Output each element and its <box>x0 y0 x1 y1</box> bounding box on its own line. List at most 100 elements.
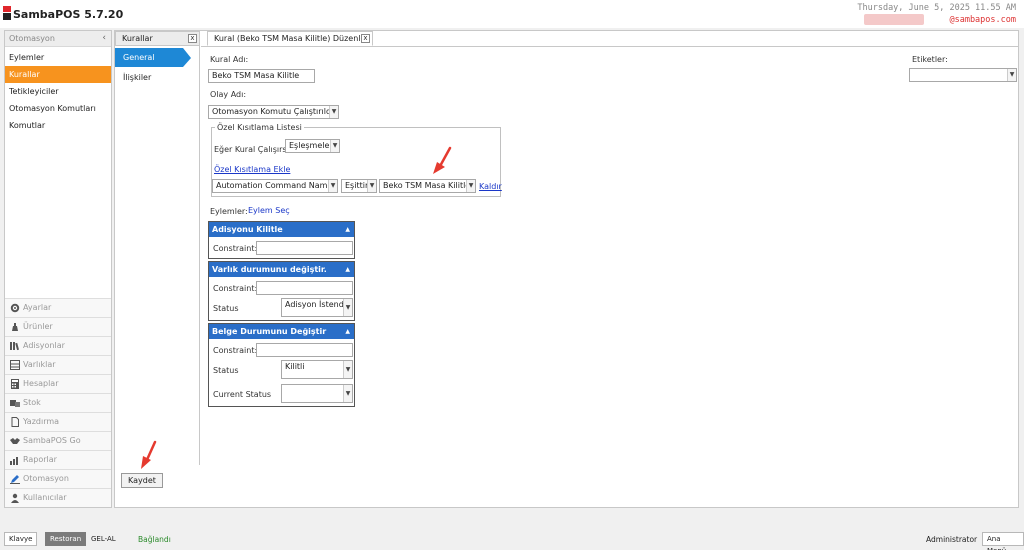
rule-name-input[interactable]: Beko TSM Masa Kilitle <box>208 69 315 83</box>
chevron-down-icon: ▼ <box>343 299 352 316</box>
sidebar-item-eylemler[interactable]: Eylemler <box>5 49 111 66</box>
action-title: Adisyonu Kilitle <box>212 225 283 234</box>
nav-label: Raporlar <box>23 455 57 464</box>
section-iliskiler[interactable]: İlişkiler <box>123 73 151 82</box>
rule-sections-column: Kurallar x General Settings İlişkiler <box>115 31 200 465</box>
constraint-label: Constraint: <box>213 244 258 253</box>
close-icon[interactable]: x <box>188 34 197 43</box>
custom-constraints-title: Özel Kısıtlama Listesi <box>215 123 304 132</box>
pencil-icon <box>10 475 20 484</box>
tags-select[interactable]: ▼ <box>909 68 1017 82</box>
status-select[interactable]: Adisyon İstendi ▼ <box>281 298 353 317</box>
constraint-value-select[interactable]: Beko TSM Masa Kilitle ▼ <box>379 179 476 193</box>
main-panel: Kurallar x General Settings İlişkiler Ku… <box>114 30 1019 508</box>
constraint-operator-select[interactable]: Eşittir ▼ <box>341 179 377 193</box>
event-name-label: Olay Adı: <box>210 90 247 99</box>
action-card: Varlık durumunu değiştir. ▲ Constraint: … <box>208 261 355 321</box>
gear-icon <box>10 303 20 313</box>
takeaway-button[interactable]: GEL-AL <box>86 532 121 546</box>
select-action-link[interactable]: Eylem Seç <box>248 206 290 215</box>
nav-stok[interactable]: Stok <box>5 393 111 412</box>
action-card-header[interactable]: Belge Durumunu Değiştir ▲ <box>209 324 354 339</box>
nav-urunler[interactable]: Ürünler <box>5 317 111 336</box>
nav-label: Yazdırma <box>23 417 60 426</box>
tags-label: Etiketler: <box>912 55 948 64</box>
nav-label: SambaPOS Go <box>23 436 81 445</box>
select-value: Kilitli <box>285 362 305 371</box>
nav-label: Kullanıcılar <box>23 493 67 502</box>
table-icon <box>10 360 20 370</box>
sidebar-item-komutlar[interactable]: Komutlar <box>5 117 111 134</box>
action-card-header[interactable]: Varlık durumunu değiştir. ▲ <box>209 262 354 277</box>
rule-name-label: Kural Adı: <box>210 55 249 64</box>
nav-yazdirma[interactable]: Yazdırma <box>5 412 111 431</box>
constraint-field-select[interactable]: Automation Command Name ▼ <box>212 179 338 193</box>
app-title: SambaPOS 5.7.20 <box>13 8 124 21</box>
nav-adisyonlar[interactable]: Adisyonlar <box>5 336 111 355</box>
close-icon[interactable]: x <box>361 34 370 43</box>
main-menu-button[interactable]: Ana Menü <box>982 532 1024 550</box>
nav-hesaplar[interactable]: Hesaplar <box>5 374 111 393</box>
status-label: Status <box>213 366 239 375</box>
nav-raporlar[interactable]: Raporlar <box>5 450 111 469</box>
tab-rule-editor[interactable]: Kural (Beko TSM Masa Kilitle) Düzenle x <box>207 31 373 46</box>
sambapos-logo-icon <box>3 6 11 20</box>
document-icon <box>11 417 19 427</box>
tab-strip-border <box>201 46 1018 47</box>
books-icon <box>10 342 20 351</box>
product-icon <box>12 323 18 331</box>
constraint-input[interactable] <box>256 281 353 295</box>
chevron-left-icon[interactable]: ‹ <box>102 33 106 43</box>
constraint-label: Constraint: <box>213 284 258 293</box>
logged-in-user: Administrator <box>926 535 978 544</box>
section-general-settings[interactable]: General Settings <box>115 48 183 81</box>
annotation-arrow-icon <box>433 146 452 174</box>
user-email: @sambapos.com <box>949 15 1016 25</box>
chevron-down-icon: ▼ <box>1007 69 1016 81</box>
nav-label: Ürünler <box>23 322 53 331</box>
collapse-icon[interactable]: ▲ <box>345 222 350 237</box>
chevron-down-icon: ▼ <box>330 140 339 152</box>
select-value: Eşittir <box>345 181 369 190</box>
current-status-select[interactable]: ▼ <box>281 384 353 403</box>
match-select[interactable]: Eşleşmeler ▼ <box>285 139 340 153</box>
nav-otomasyon[interactable]: Otomasyon <box>5 469 111 488</box>
add-constraint-link[interactable]: Özel Kısıtlama Ekle <box>214 165 290 174</box>
tab-kurallar[interactable]: Kurallar x <box>115 31 200 46</box>
nav-kullanicilar[interactable]: Kullanıcılar <box>5 488 111 507</box>
datetime-display: Thursday, June 5, 2025 11.55 AM <box>857 3 1016 13</box>
calculator-icon <box>11 379 19 389</box>
status-label: Status <box>213 304 239 313</box>
tab-label: Kural (Beko TSM Masa Kilitle) Düzenle <box>214 34 366 43</box>
keyboard-button[interactable]: Klavye <box>4 532 38 546</box>
chevron-down-icon: ▼ <box>343 361 352 378</box>
collapse-icon[interactable]: ▲ <box>345 324 350 339</box>
actions-label: Eylemler: <box>210 207 248 216</box>
user-name-redacted <box>864 14 924 25</box>
collapse-icon[interactable]: ▲ <box>345 262 350 277</box>
sidebar-item-otomasyon-komutlari[interactable]: Otomasyon Komutları <box>5 100 111 117</box>
nav-label: Hesaplar <box>23 379 59 388</box>
sidebar: Otomasyon ‹ Eylemler Kurallar Tetikleyic… <box>4 30 112 508</box>
nav-label: Ayarlar <box>23 303 52 312</box>
nav-ayarlar[interactable]: Ayarlar <box>5 298 111 317</box>
remove-constraint-link[interactable]: Kaldır <box>479 182 502 191</box>
nav-sambapos-go[interactable]: SambaPOS Go <box>5 431 111 450</box>
restaurant-button[interactable]: Restoran <box>45 532 87 546</box>
nav-label: Otomasyon <box>23 474 69 483</box>
select-value: Automation Command Name <box>216 181 333 190</box>
action-card-header[interactable]: Adisyonu Kilitle ▲ <box>209 222 354 237</box>
constraint-input[interactable] <box>256 241 353 255</box>
nav-label: Stok <box>23 398 41 407</box>
current-status-label: Current Status <box>213 390 272 399</box>
sidebar-item-kurallar[interactable]: Kurallar <box>5 66 111 83</box>
active-section-arrow <box>183 48 191 67</box>
nav-varliklar[interactable]: Varlıklar <box>5 355 111 374</box>
constraint-input[interactable] <box>256 343 353 357</box>
sidebar-item-tetikleyiciler[interactable]: Tetikleyiciler <box>5 83 111 100</box>
status-select[interactable]: Kilitli ▼ <box>281 360 353 379</box>
constraint-label: Constraint: <box>213 346 258 355</box>
action-card: Belge Durumunu Değiştir ▲ Constraint: St… <box>208 323 355 407</box>
save-button[interactable]: Kaydet <box>121 473 163 488</box>
event-name-select[interactable]: Otomasyon Komutu Çalıştırıldı ▼ <box>208 105 339 119</box>
